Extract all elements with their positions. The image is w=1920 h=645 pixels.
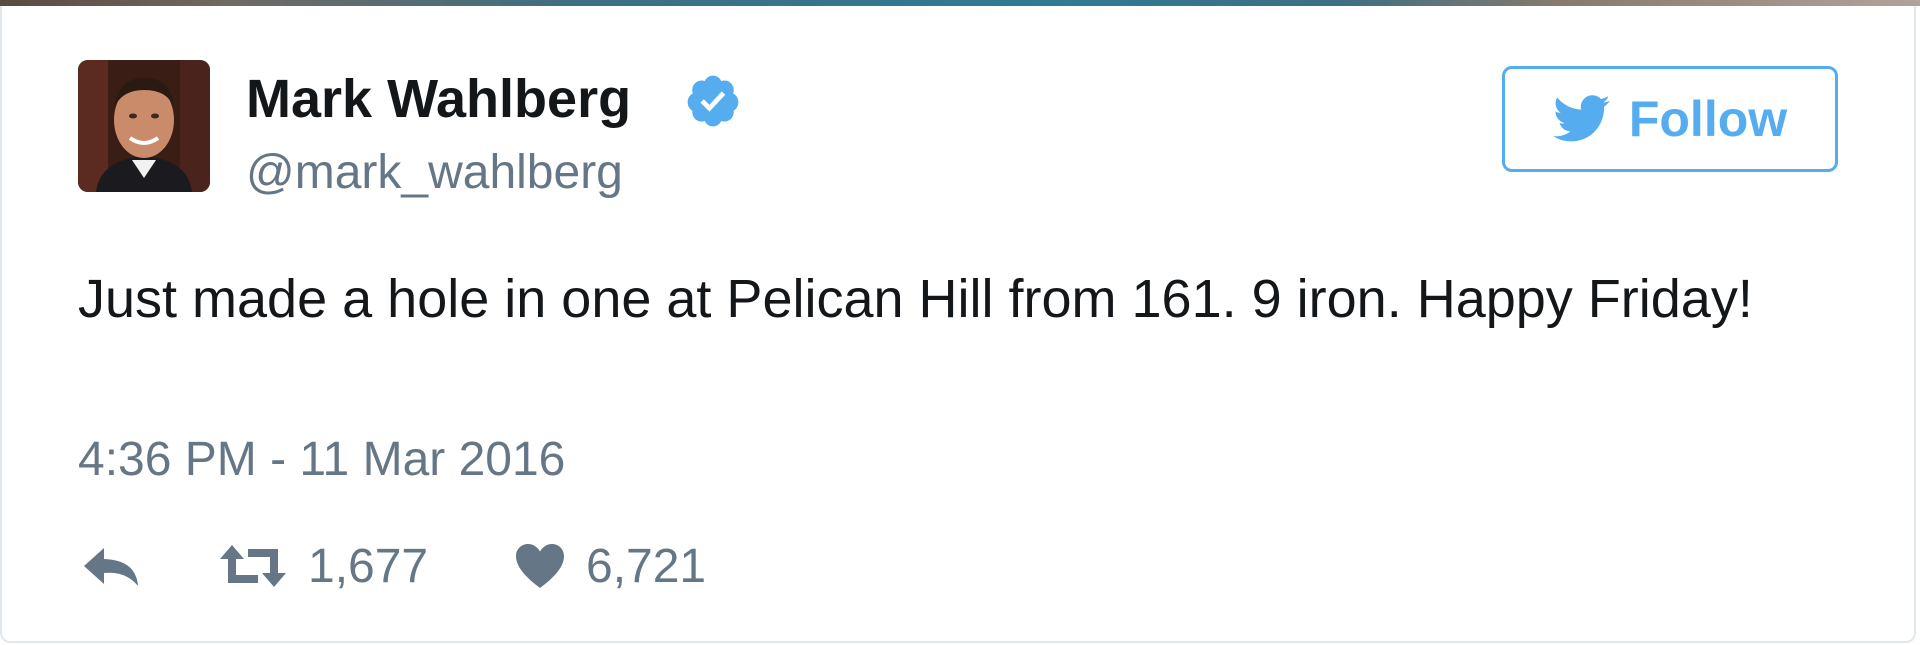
reply-button[interactable] bbox=[82, 536, 140, 596]
retweet-button[interactable]: 1,677 bbox=[218, 536, 428, 596]
verified-badge-icon bbox=[687, 75, 739, 127]
retweet-count: 1,677 bbox=[308, 539, 429, 593]
tweet-timestamp[interactable]: 4:36 PM - 11 Mar 2016 bbox=[78, 430, 565, 490]
twitter-bird-icon bbox=[1553, 95, 1610, 142]
author-handle[interactable]: @mark_wahlberg bbox=[246, 144, 623, 202]
follow-button[interactable]: Follow bbox=[1502, 66, 1838, 172]
heart-icon bbox=[516, 544, 564, 588]
author-name[interactable]: Mark Wahlberg bbox=[246, 68, 631, 130]
avatar[interactable] bbox=[78, 60, 210, 192]
tweet-card: Mark Wahlberg @mark_wahlberg Follow Just… bbox=[0, 6, 1916, 643]
reply-icon bbox=[84, 548, 138, 586]
tweet-text: Just made a hole in one at Pelican Hill … bbox=[78, 269, 1753, 329]
like-count: 6,721 bbox=[586, 539, 707, 593]
follow-label: Follow bbox=[1628, 91, 1788, 147]
avatar-photo bbox=[78, 60, 210, 192]
like-button[interactable]: 6,721 bbox=[514, 536, 706, 596]
retweet-icon bbox=[220, 545, 286, 587]
